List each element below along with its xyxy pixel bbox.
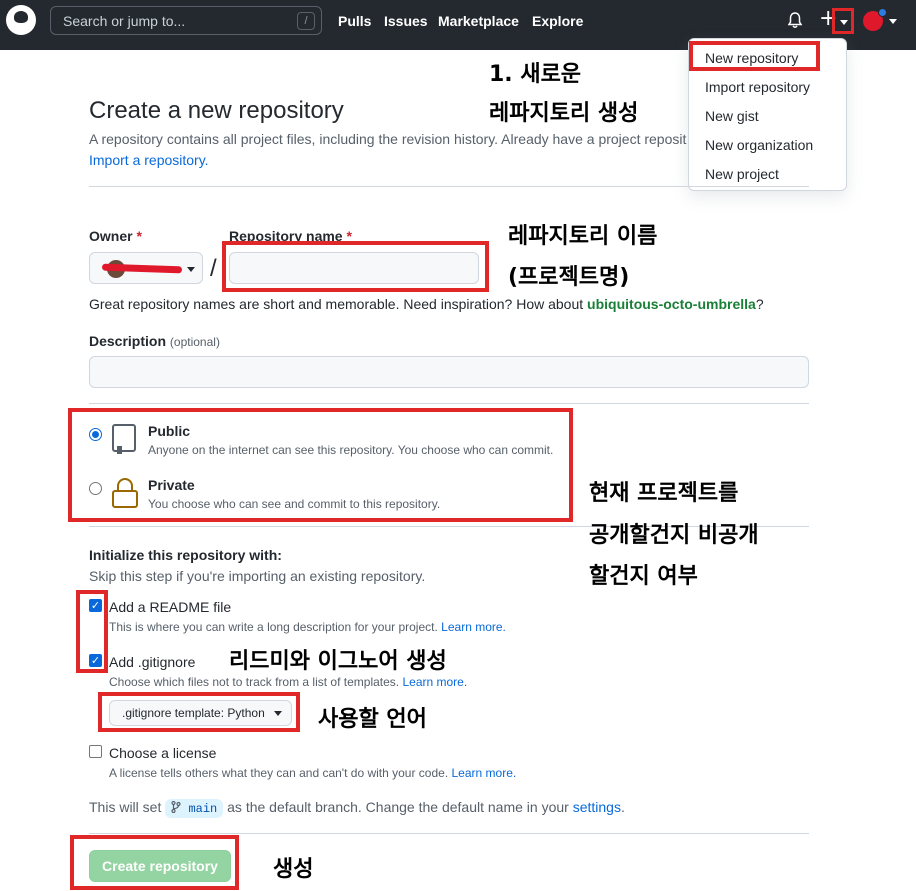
menu-item-new-project[interactable]: New project — [705, 166, 779, 182]
hint-prefix: Great repository names are short and mem… — [89, 296, 588, 312]
page-subtitle: A repository contains all project files,… — [89, 131, 687, 147]
annotation-readme: 리드미와 이그노어 생성 — [229, 649, 447, 674]
learn-more-link[interactable]: Learn more. — [441, 620, 506, 634]
git-branch-icon — [171, 800, 181, 814]
annotation-visibility-line3: 할건지 여부 — [589, 564, 698, 589]
hint-suffix: ? — [755, 296, 764, 312]
license-label[interactable]: Choose a license — [109, 745, 216, 761]
divider — [89, 833, 809, 834]
owner-label: Owner * — [89, 228, 142, 244]
import-repository-link[interactable]: Import a repository. — [89, 152, 209, 168]
required-mark: * — [136, 228, 142, 244]
license-desc-text: A license tells others what they can and… — [109, 766, 449, 780]
annotation-new-repo-line1: 1. 새로운 — [489, 62, 582, 87]
bell-icon[interactable] — [787, 12, 803, 29]
annotation-visibility-line1: 현재 프로젝트를 — [589, 481, 739, 506]
annotation-repo-name-line1: 레파지토리 이름 — [508, 224, 658, 249]
gitignore-label[interactable]: Add .gitignore — [109, 654, 195, 670]
status-dot-icon — [878, 8, 887, 17]
readme-description: This is where you can write a long descr… — [109, 620, 506, 634]
chevron-down-icon — [840, 20, 848, 25]
annotation-repo-name-line2: (프로젝트명) — [508, 265, 630, 290]
nav-explore[interactable]: Explore — [532, 13, 583, 29]
optional-tag: (optional) — [169, 335, 220, 349]
search-placeholder: Search or jump to... — [63, 13, 186, 29]
menu-item-new-organization[interactable]: New organization — [705, 137, 813, 153]
readme-label[interactable]: Add a README file — [109, 599, 231, 615]
divider — [89, 403, 809, 404]
initialize-title: Initialize this repository with: — [89, 547, 282, 563]
divider — [89, 186, 809, 187]
owner-label-text: Owner — [89, 228, 133, 244]
gitignore-description: Choose which files not to track from a l… — [109, 675, 467, 689]
initialize-description: Skip this step if you're importing an ex… — [89, 568, 426, 584]
owner-repo-separator: / — [210, 255, 217, 282]
description-input[interactable] — [89, 356, 809, 388]
annotation-create: 생성 — [273, 857, 314, 882]
default-branch-note: This will set main as the default branch… — [89, 799, 625, 818]
branch-chip: main — [165, 799, 224, 818]
nav-marketplace[interactable]: Marketplace — [438, 13, 519, 29]
description-label: Description (optional) — [89, 333, 220, 349]
description-label-text: Description — [89, 333, 167, 349]
gitignore-desc-text: Choose which files not to track from a l… — [109, 675, 400, 689]
annotation-visibility-line2: 공개할건지 비공개 — [589, 523, 759, 548]
avatar-chevron-down-icon[interactable] — [889, 19, 897, 24]
highlight-create-button — [70, 835, 239, 890]
highlight-visibility — [68, 408, 573, 522]
branch-suffix: . — [620, 799, 625, 815]
nav-issues[interactable]: Issues — [384, 13, 428, 29]
suggested-name-link[interactable]: ubiquitous-octo-umbrella — [587, 296, 756, 312]
branch-name: main — [188, 802, 218, 816]
github-logo-icon[interactable] — [6, 5, 36, 35]
search-shortcut-key: / — [297, 12, 315, 30]
repo-name-hint: Great repository names are short and mem… — [89, 296, 764, 312]
learn-more-link[interactable]: Learn more. — [452, 766, 517, 780]
annotation-language: 사용할 언어 — [318, 707, 427, 732]
highlight-template — [98, 692, 300, 732]
branch-middle: as the default branch. Change the defaul… — [223, 799, 573, 815]
menu-item-import-repository[interactable]: Import repository — [705, 79, 810, 95]
license-description: A license tells others what they can and… — [109, 766, 516, 780]
highlight-new-repository — [689, 41, 820, 71]
nav-pulls[interactable]: Pulls — [338, 13, 371, 29]
license-checkbox[interactable] — [89, 745, 102, 758]
highlight-repository-name — [222, 241, 489, 292]
branch-prefix: This will set — [89, 799, 166, 815]
highlight-checkboxes — [76, 590, 108, 673]
search-input[interactable]: Search or jump to... / — [50, 6, 322, 35]
readme-desc-text: This is where you can write a long descr… — [109, 620, 438, 634]
owner-select[interactable] — [89, 252, 203, 284]
create-menu-caret-button[interactable] — [832, 8, 854, 34]
chevron-down-icon — [187, 267, 195, 272]
menu-item-new-gist[interactable]: New gist — [705, 108, 759, 124]
settings-link[interactable]: settings — [573, 799, 621, 815]
learn-more-link[interactable]: Learn more. — [402, 675, 467, 689]
page-title: Create a new repository — [89, 97, 344, 124]
annotation-new-repo-line2: 레파지토리 생성 — [489, 101, 639, 126]
